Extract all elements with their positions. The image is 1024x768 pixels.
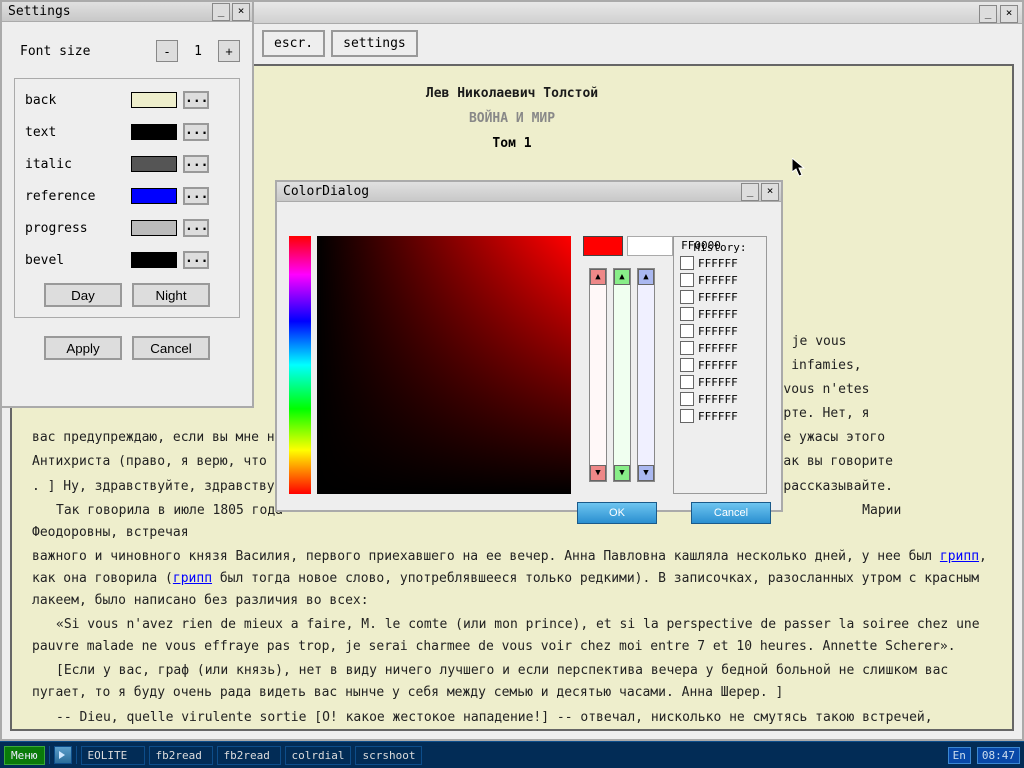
- settings-cancel-button[interactable]: Cancel: [132, 336, 210, 360]
- color-history-box: History: FFFFFF FFFFFF FFFFFF FFFFFF FFFFFF F…: [673, 236, 767, 494]
- color-picker-button-reference[interactable]: ...: [183, 187, 209, 205]
- green-up-button[interactable]: ▲: [614, 269, 630, 285]
- color-swatch-reference[interactable]: [131, 188, 177, 204]
- color-label-reference: reference: [25, 189, 125, 204]
- colordialog-title: ColorDialog: [283, 184, 369, 199]
- colordialog-titlebar[interactable]: ColorDialog _ ×: [277, 182, 781, 202]
- color-picker-button-bevel[interactable]: ...: [183, 251, 209, 269]
- color-picker-button-text[interactable]: ...: [183, 123, 209, 141]
- color-swatch-italic[interactable]: [131, 156, 177, 172]
- hue-strip[interactable]: [289, 236, 311, 494]
- history-swatch-3[interactable]: [680, 307, 694, 321]
- color-swatch-bevel[interactable]: [131, 252, 177, 268]
- color-label-bevel: bevel: [25, 253, 125, 268]
- settings-titlebar[interactable]: Settings _ ×: [2, 2, 252, 22]
- clock: 08:47: [977, 747, 1020, 764]
- font-size-value: 1: [186, 44, 210, 59]
- settings-minimize-button[interactable]: _: [212, 3, 230, 21]
- history-swatch-9[interactable]: [680, 409, 694, 423]
- main-minimize-button[interactable]: _: [979, 5, 997, 23]
- link-gripp-1[interactable]: грипп: [940, 549, 979, 564]
- font-decrease-button[interactable]: -: [156, 40, 178, 62]
- blue-up-button[interactable]: ▲: [638, 269, 654, 285]
- language-indicator[interactable]: En: [948, 747, 971, 764]
- history-value-1: FFFFFF: [698, 274, 738, 287]
- settings-title: Settings: [8, 4, 71, 19]
- colordialog-ok-button[interactable]: OK: [577, 502, 657, 524]
- day-button[interactable]: Day: [44, 283, 122, 307]
- history-swatch-4[interactable]: [680, 324, 694, 338]
- history-swatch-1[interactable]: [680, 273, 694, 287]
- history-value-8: FFFFFF: [698, 393, 738, 406]
- color-swatch-text[interactable]: [131, 124, 177, 140]
- current-color-swatch: [583, 236, 623, 256]
- color-dialog: ColorDialog _ × FF0000 ▲▼ ▲▼ ▲▼ History:…: [275, 180, 783, 512]
- taskbar-app-colrdial-3[interactable]: colrdial: [285, 746, 352, 765]
- history-swatch-0[interactable]: [680, 256, 694, 270]
- taskbar-app-fb2read-2[interactable]: fb2read: [217, 746, 281, 765]
- red-down-button[interactable]: ▼: [590, 465, 606, 481]
- color-label-italic: italic: [25, 157, 125, 172]
- color-picker-button-progress[interactable]: ...: [183, 219, 209, 237]
- colordialog-cancel-button[interactable]: Cancel: [691, 502, 771, 524]
- color-picker-button-italic[interactable]: ...: [183, 155, 209, 173]
- history-value-3: FFFFFF: [698, 308, 738, 321]
- history-swatch-6[interactable]: [680, 358, 694, 372]
- settings-apply-button[interactable]: Apply: [44, 336, 122, 360]
- taskbar-app-scrshoot-4[interactable]: scrshoot: [355, 746, 422, 765]
- history-value-2: FFFFFF: [698, 291, 738, 304]
- history-value-9: FFFFFF: [698, 410, 738, 423]
- history-swatch-5[interactable]: [680, 341, 694, 355]
- colordialog-minimize-button[interactable]: _: [741, 183, 759, 201]
- color-swatch-progress[interactable]: [131, 220, 177, 236]
- color-label-back: back: [25, 93, 125, 108]
- night-button[interactable]: Night: [132, 283, 210, 307]
- history-value-0: FFFFFF: [698, 257, 738, 270]
- hex-swatch-bg: [627, 236, 673, 256]
- main-close-button[interactable]: ×: [1000, 5, 1018, 23]
- start-menu-button[interactable]: Меню: [4, 746, 45, 765]
- toolbar-escr-button[interactable]: escr.: [262, 30, 325, 57]
- red-up-button[interactable]: ▲: [590, 269, 606, 285]
- blue-down-button[interactable]: ▼: [638, 465, 654, 481]
- saturation-value-box[interactable]: [317, 236, 571, 494]
- taskbar: Меню EOLITEfb2readfb2readcolrdialscrshoo…: [0, 741, 1024, 768]
- font-size-label: Font size: [20, 44, 148, 59]
- history-swatch-8[interactable]: [680, 392, 694, 406]
- red-slider[interactable]: ▲▼: [589, 268, 607, 482]
- taskbar-app-EOLITE-0[interactable]: EOLITE: [81, 746, 145, 765]
- history-swatch-2[interactable]: [680, 290, 694, 304]
- settings-window: Settings _ × Font size - 1 + back ... tex…: [0, 0, 254, 408]
- color-label-text: text: [25, 125, 125, 140]
- taskbar-launch-icon[interactable]: [54, 746, 72, 764]
- history-value-5: FFFFFF: [698, 342, 738, 355]
- color-picker-button-back[interactable]: ...: [183, 91, 209, 109]
- link-gripp-2[interactable]: грипп: [173, 571, 212, 586]
- color-label-progress: progress: [25, 221, 125, 236]
- history-value-4: FFFFFF: [698, 325, 738, 338]
- history-label: History:: [680, 241, 760, 254]
- color-swatch-back[interactable]: [131, 92, 177, 108]
- settings-close-button[interactable]: ×: [232, 3, 250, 21]
- font-increase-button[interactable]: +: [218, 40, 240, 62]
- history-value-6: FFFFFF: [698, 359, 738, 372]
- history-swatch-7[interactable]: [680, 375, 694, 389]
- green-slider[interactable]: ▲▼: [613, 268, 631, 482]
- colordialog-close-button[interactable]: ×: [761, 183, 779, 201]
- toolbar-settings-button[interactable]: settings: [331, 30, 418, 57]
- green-down-button[interactable]: ▼: [614, 465, 630, 481]
- taskbar-app-fb2read-1[interactable]: fb2read: [149, 746, 213, 765]
- history-value-7: FFFFFF: [698, 376, 738, 389]
- blue-slider[interactable]: ▲▼: [637, 268, 655, 482]
